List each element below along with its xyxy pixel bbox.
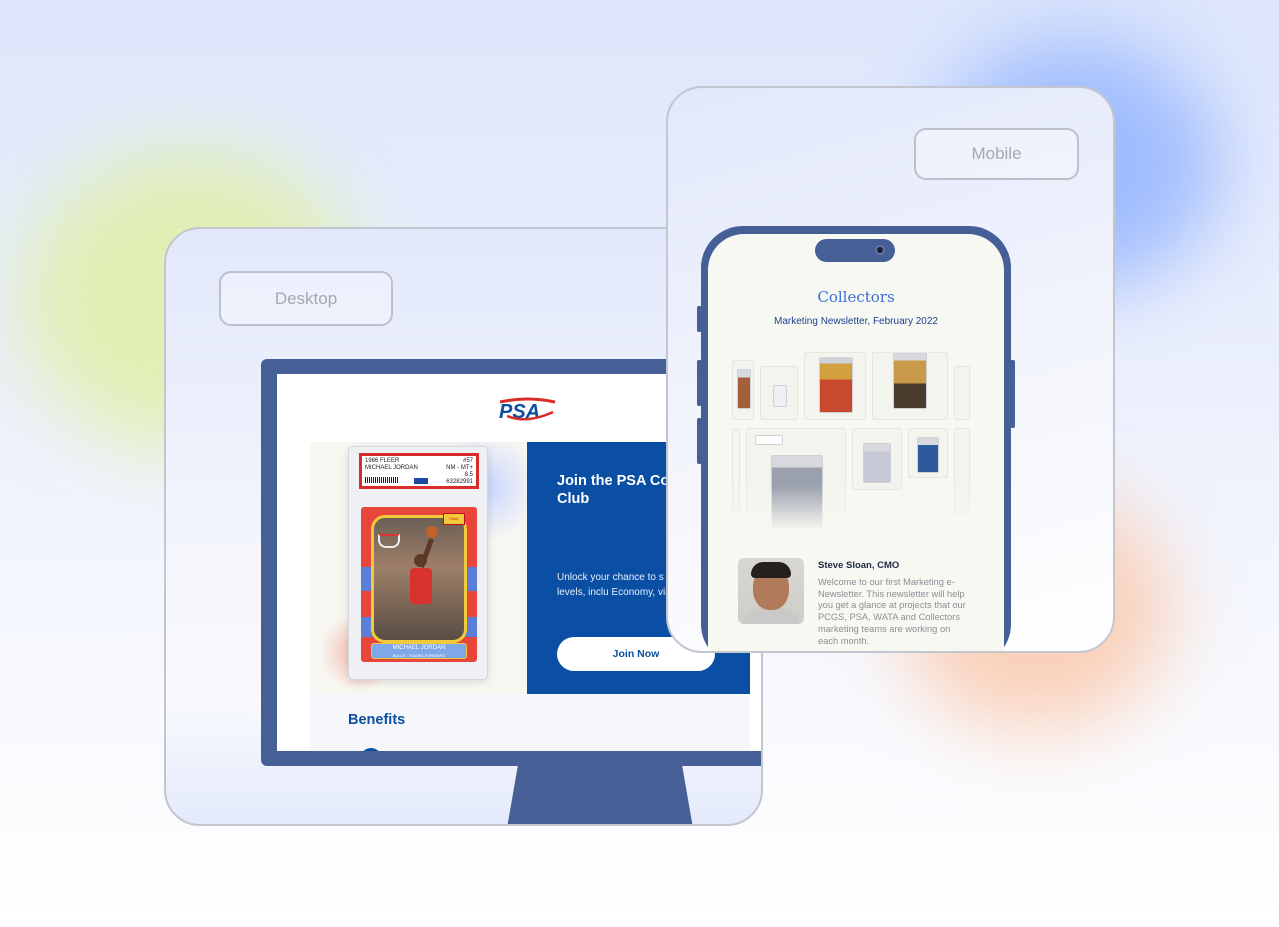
psa-logo: PSA [499,397,556,423]
mobile-label-pill[interactable]: Mobile [914,128,1079,180]
phone-button [1010,360,1015,428]
collectors-logo: Collectors [817,288,895,306]
phone-button [697,360,702,406]
desktop-label-pill[interactable]: Desktop [219,271,393,326]
mobile-label: Mobile [971,144,1022,163]
basketball-icon [426,526,438,538]
mobile-email-screen: Collectors Marketing Newsletter, Februar… [708,234,1004,651]
phone-button [697,306,702,332]
mobile-preview-frame: Mobile Collectors Marketing Newsletter, … [666,86,1115,653]
player-photo [371,515,467,643]
graded-card-slab: 1986 FLEER MICHAEL JORDAN #57 NM - MT+ 8… [348,446,488,680]
psa-mini-logo-icon [414,478,428,484]
barcode-icon [365,477,399,483]
newsletter-intro: Welcome to our first Marketing e-Newslet… [818,577,966,646]
slab-grade-label: 1986 FLEER MICHAEL JORDAN #57 NM - MT+ 8… [359,453,479,489]
card-nameplate: MICHAEL JORDAN BULLS · GUARD-FORWARD [371,643,467,659]
desktop-label: Desktop [274,288,338,308]
monitor-stand [507,764,693,824]
hero-card-image: 1986 FLEER MICHAEL JORDAN #57 NM - MT+ 8… [310,442,527,694]
hoop-icon [378,534,400,548]
benefit-icon [360,748,382,751]
benefits-title: Benefits [348,712,406,728]
phone-notch [815,239,895,262]
benefits-section: Benefits [310,694,750,751]
author-name: Steve Sloan, CMO [818,560,900,571]
basketball-card: Fleer MICHAEL JORDAN BULLS · GUARD-FORWA… [361,507,477,662]
fleer-logo: Fleer [443,513,465,525]
collectibles-collage [732,352,970,530]
mobile-phone: Collectors Marketing Newsletter, Februar… [697,226,1015,651]
phone-button [697,418,702,464]
author-avatar [738,558,804,624]
camera-icon [875,245,885,255]
newsletter-subtitle: Marketing Newsletter, February 2022 [774,316,938,327]
